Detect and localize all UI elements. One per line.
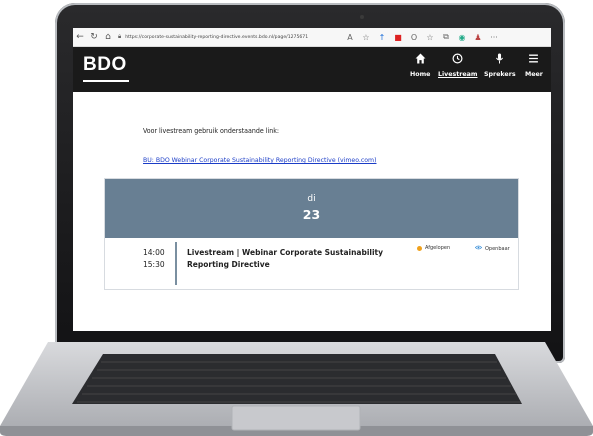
schedule-date-header: di 23	[105, 179, 518, 238]
menu-sprekers-label: Sprekers	[484, 71, 516, 78]
eye-icon	[474, 245, 483, 252]
home-browser-icon[interactable]: ⌂	[101, 30, 115, 44]
reload-icon[interactable]: ↻	[87, 30, 101, 44]
profile-icon[interactable]: ♟	[470, 30, 486, 44]
menu-livestream-label: Livestream	[438, 71, 478, 78]
address-bar[interactable]: 🔒︎ https://corporate-sustainability-repo…	[118, 32, 342, 43]
favorite-star-icon[interactable]: ☆	[358, 30, 374, 44]
url-text: https://corporate-sustainability-reporti…	[125, 34, 309, 40]
day-number: 23	[302, 207, 321, 222]
screen: ← ↻ ⌂ 🔒︎ https://corporate-sustainabilit…	[73, 28, 551, 331]
lock-icon: 🔒︎	[118, 33, 122, 40]
session-end: 15:30	[143, 260, 165, 269]
visibility-badge: Openbaar	[474, 245, 510, 252]
more-options-icon[interactable]: ···	[486, 30, 502, 44]
webcam	[360, 15, 364, 19]
session-time: 14:00 15:30	[143, 247, 165, 271]
session-title[interactable]: Livestream | Webinar Corporate Sustainab…	[187, 247, 387, 271]
session-start: 14:00	[143, 248, 165, 257]
laptop-base	[0, 342, 593, 436]
trackpad	[231, 405, 361, 431]
browser-toolbar: ← ↻ ⌂ 🔒︎ https://corporate-sustainabilit…	[73, 28, 551, 47]
menu-sprekers[interactable]: Sprekers	[484, 53, 516, 78]
extension-red-icon[interactable]: ■	[390, 30, 406, 44]
logo-underline	[83, 80, 129, 82]
session-divider	[175, 242, 177, 285]
site-header: BDO Home Livestream Sprekers Meer	[73, 47, 551, 92]
clock-icon	[452, 53, 463, 68]
home-icon	[415, 53, 426, 68]
back-icon[interactable]: ←	[73, 30, 87, 44]
livestream-intro-text: Voor livestream gebruik onderstaande lin…	[143, 127, 279, 135]
menu-meer[interactable]: Meer	[525, 53, 543, 78]
status-label: Afgelopen	[425, 245, 451, 251]
menu-home[interactable]: Home	[410, 53, 430, 78]
menu-home-label: Home	[410, 71, 431, 78]
favorites-icon[interactable]: ☆	[422, 30, 438, 44]
visibility-label: Openbaar	[485, 245, 510, 252]
vimeo-webinar-link[interactable]: BU: BDO Webinar Corporate Sustainability…	[143, 157, 377, 164]
extension-green-icon[interactable]: ◉	[454, 30, 470, 44]
status-badge: Afgelopen	[417, 245, 450, 251]
extension-icon-2[interactable]: O	[406, 30, 422, 44]
menu-meer-label: Meer	[525, 71, 543, 78]
menu-livestream[interactable]: Livestream	[438, 53, 478, 78]
hamburger-icon	[528, 53, 539, 68]
bdo-logo[interactable]: BDO	[83, 54, 127, 76]
extension-icon[interactable]: ↑	[374, 30, 390, 44]
day-name: di	[307, 194, 316, 204]
status-dot-icon	[417, 245, 422, 251]
schedule-card: di 23 14:00 15:30 Livestream | Webinar C…	[104, 178, 519, 290]
collections-icon[interactable]: ⧉	[438, 30, 454, 44]
read-aloud-icon[interactable]: A	[342, 30, 358, 44]
microphone-icon	[494, 53, 505, 68]
